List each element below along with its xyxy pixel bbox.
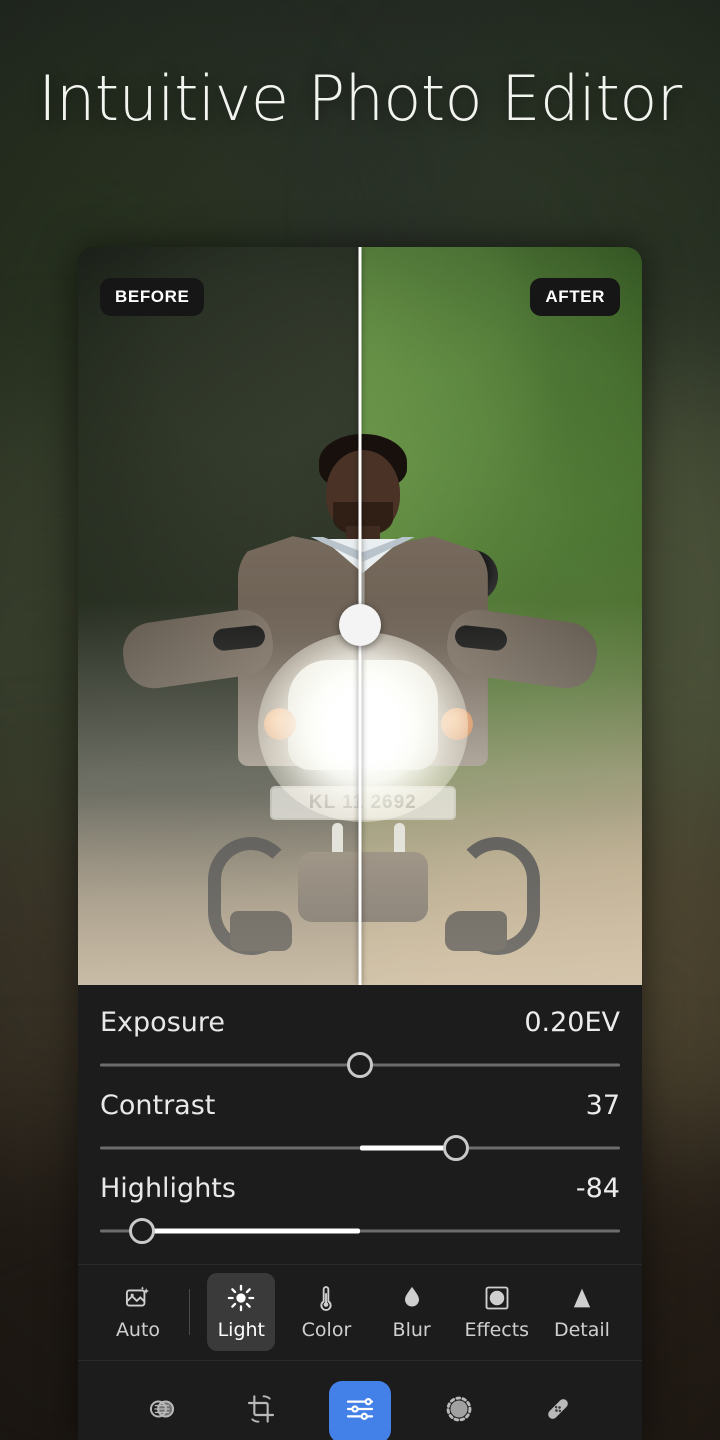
- sliders-icon: [344, 1393, 376, 1430]
- adjustment-sliders-panel: Exposure 0.20EV Contrast 37 Highlights -…: [78, 985, 642, 1264]
- thermometer-icon: [311, 1283, 341, 1313]
- healing-brush-icon: [542, 1393, 574, 1430]
- tool-light[interactable]: Light: [207, 1272, 276, 1351]
- tool-label-effects: Effects: [464, 1318, 530, 1341]
- slider-value-exposure: 0.20EV: [524, 1007, 620, 1038]
- vignette-icon: [482, 1283, 512, 1313]
- tool-category-row: Auto Light Color Blur Effects Detail: [78, 1264, 642, 1360]
- slider-exposure[interactable]: Exposure 0.20EV: [100, 999, 620, 1082]
- tool-color[interactable]: Color: [292, 1273, 360, 1351]
- nav-crop[interactable]: [230, 1381, 292, 1440]
- droplet-icon: [397, 1283, 427, 1313]
- slider-value-highlights: -84: [575, 1173, 620, 1204]
- magic-photo-icon: [123, 1283, 153, 1313]
- crop-rotate-icon: [245, 1393, 277, 1430]
- slider-thumb-contrast[interactable]: [443, 1135, 470, 1161]
- bottom-navigation-bar: [78, 1360, 642, 1440]
- divider-handle[interactable]: [339, 604, 381, 646]
- after-badge: AFTER: [530, 278, 620, 316]
- nav-presets[interactable]: [131, 1381, 193, 1440]
- dotted-circle-icon: [443, 1393, 475, 1430]
- page-title: Intuitive Photo Editor: [38, 62, 682, 135]
- overlapping-circles-icon: [146, 1393, 178, 1430]
- tool-label-color: Color: [301, 1318, 352, 1341]
- tool-divider: [189, 1288, 191, 1335]
- slider-thumb-highlights[interactable]: [128, 1218, 155, 1244]
- slider-label-highlights: Highlights: [100, 1173, 236, 1204]
- tool-label-light: Light: [217, 1318, 266, 1341]
- before-half: KL 11 2692: [78, 247, 360, 985]
- tool-detail[interactable]: Detail: [548, 1273, 616, 1351]
- slider-label-contrast: Contrast: [100, 1090, 216, 1121]
- nav-heal[interactable]: [527, 1381, 589, 1440]
- nav-mask[interactable]: [428, 1381, 490, 1440]
- slider-thumb-exposure[interactable]: [347, 1052, 373, 1078]
- sun-icon: [226, 1283, 256, 1313]
- phone-mockup: KL 11 2692: [78, 247, 642, 1440]
- tool-label-blur: Blur: [392, 1318, 431, 1341]
- nav-adjust[interactable]: [328, 1380, 391, 1440]
- before-after-viewer[interactable]: KL 11 2692: [78, 247, 642, 985]
- tool-auto[interactable]: Auto: [104, 1273, 172, 1351]
- tool-label-detail: Detail: [553, 1318, 610, 1341]
- tool-effects[interactable]: Effects: [463, 1273, 531, 1351]
- slider-fill-contrast: [360, 1145, 457, 1151]
- slider-contrast[interactable]: Contrast 37: [100, 1082, 620, 1165]
- slider-highlights[interactable]: Highlights -84: [100, 1165, 620, 1248]
- triangle-icon: [567, 1283, 597, 1313]
- after-half: KL 11 2692: [360, 247, 642, 985]
- tool-blur[interactable]: Blur: [378, 1273, 446, 1351]
- slider-fill-highlights: [141, 1228, 360, 1234]
- slider-value-contrast: 37: [585, 1090, 620, 1121]
- slider-label-exposure: Exposure: [100, 1007, 225, 1038]
- photo-subject-after: KL 11 2692: [360, 247, 642, 985]
- before-badge: BEFORE: [100, 278, 205, 316]
- before-photo: [78, 247, 360, 985]
- tool-label-auto: Auto: [115, 1318, 161, 1341]
